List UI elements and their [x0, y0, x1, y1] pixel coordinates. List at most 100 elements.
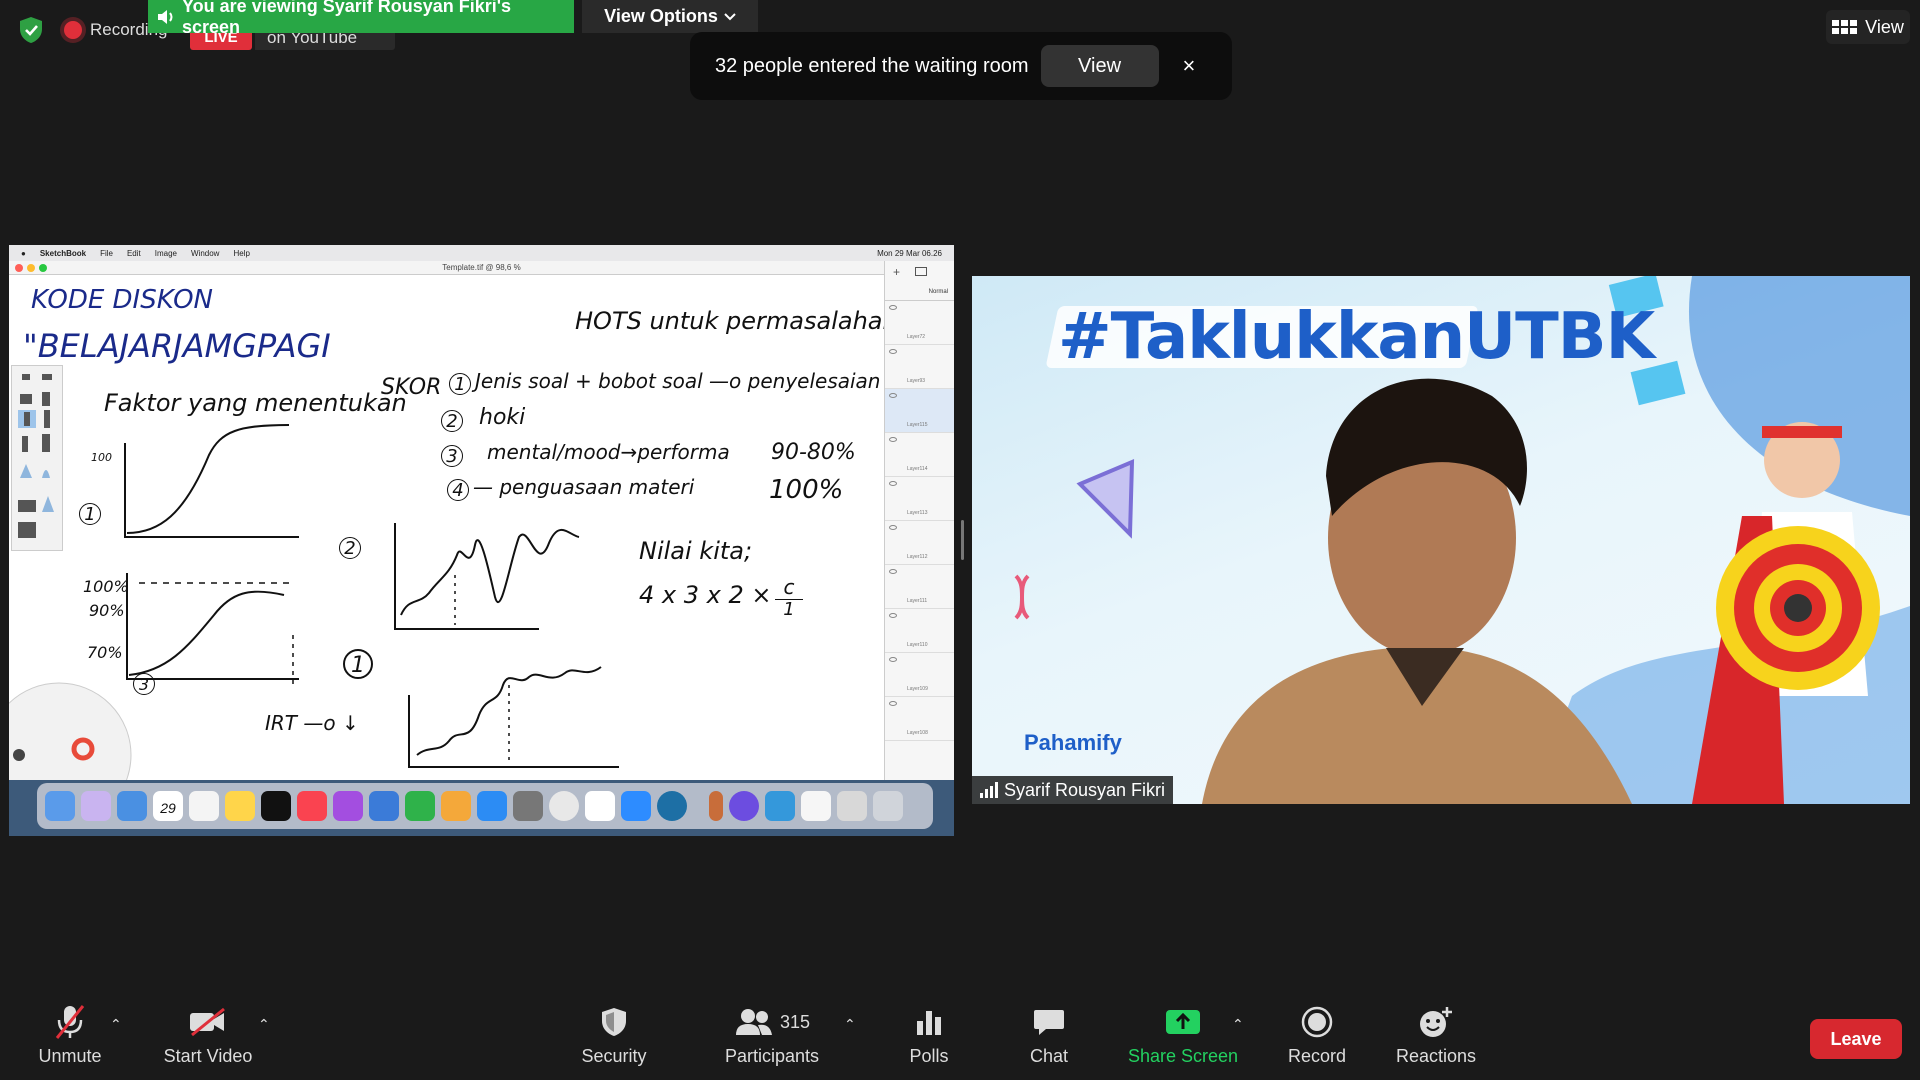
- reactions-button[interactable]: Reactions: [1394, 1004, 1478, 1074]
- menu-clock: Mon 29 Mar 06.26: [877, 248, 942, 258]
- launchpad-icon[interactable]: [81, 791, 111, 821]
- graph1-axes: [124, 443, 299, 538]
- polls-button[interactable]: Polls: [898, 1004, 960, 1074]
- security-button[interactable]: Security: [572, 1004, 656, 1074]
- apple-tv-icon[interactable]: [261, 791, 291, 821]
- presenter-video[interactable]: #TaklukkanUTBK Pahamify Syarif Rousyan F…: [972, 276, 1910, 804]
- documents-stack-icon[interactable]: [837, 791, 867, 821]
- speaker-icon: [158, 9, 173, 24]
- signal-strength-icon: [980, 782, 998, 798]
- zoom-icon[interactable]: [621, 791, 651, 821]
- zoom-dot-icon: [39, 264, 47, 272]
- security-shield-icon[interactable]: [18, 16, 44, 44]
- apple-icon: ●: [21, 248, 26, 258]
- leave-button[interactable]: Leave: [1810, 1019, 1902, 1059]
- finder-icon[interactable]: [45, 791, 75, 821]
- add-layer-icon[interactable]: +: [893, 265, 900, 279]
- menu-help: Help: [233, 248, 250, 258]
- sketch-graphs: [124, 424, 619, 768]
- numbers-icon[interactable]: [405, 791, 435, 821]
- participant-name-tag: Syarif Rousyan Fikri: [972, 776, 1174, 804]
- chevron-down-icon: [724, 12, 736, 20]
- layer-row[interactable]: Layer109: [885, 653, 954, 697]
- mac-dock[interactable]: 29: [37, 783, 933, 829]
- blend-mode[interactable]: Normal: [929, 289, 948, 295]
- dock-separator: [693, 791, 703, 821]
- view-layout-button[interactable]: View: [1826, 10, 1910, 44]
- menu-window: Window: [191, 248, 220, 258]
- audio-options-chevron-icon[interactable]: ⌃: [110, 1016, 122, 1033]
- layer-panel-header: + Normal: [885, 261, 954, 301]
- muted-mic-icon: [53, 1004, 87, 1040]
- app-store-icon[interactable]: [477, 791, 507, 821]
- layer-row-active[interactable]: Layer115: [885, 389, 954, 433]
- menu-file: File: [100, 248, 113, 258]
- layer-row[interactable]: Layer111: [885, 565, 954, 609]
- unmute-button[interactable]: Unmute: [28, 1004, 112, 1074]
- record-button[interactable]: Record: [1282, 1004, 1352, 1074]
- chat-button[interactable]: Chat: [1018, 1004, 1080, 1074]
- notes-icon[interactable]: [225, 791, 255, 821]
- graph4-axes: [408, 695, 619, 768]
- quicktime-icon[interactable]: [657, 791, 687, 821]
- polls-icon: [914, 1004, 944, 1040]
- graph1-curve: [126, 424, 290, 534]
- video-off-icon: [188, 1004, 228, 1040]
- recording-dot-icon: [64, 21, 82, 39]
- window-controls: [15, 264, 47, 272]
- participants-button[interactable]: 315 Participants: [718, 1004, 826, 1074]
- chrome-icon[interactable]: [549, 791, 579, 821]
- menu-edit: Edit: [126, 248, 141, 258]
- share-screen-button[interactable]: Share Screen: [1124, 1004, 1242, 1074]
- document-title: Template.tif @ 98,6 %: [442, 263, 521, 272]
- mail-icon[interactable]: [117, 791, 147, 821]
- layer-row[interactable]: Layer114: [885, 433, 954, 477]
- layer-row[interactable]: Layer108: [885, 697, 954, 741]
- folder-icon[interactable]: [915, 267, 927, 276]
- calendar-icon[interactable]: 29: [153, 791, 183, 821]
- polls-label: Polls: [909, 1046, 949, 1066]
- tool-palette[interactable]: [11, 365, 63, 551]
- wacom-icon[interactable]: [729, 791, 759, 821]
- unmute-label: Unmute: [38, 1046, 102, 1066]
- participants-options-chevron-icon[interactable]: ⌃: [844, 1016, 856, 1033]
- notification-message: 32 people entered the waiting room: [715, 54, 1029, 77]
- close-dot-icon: [15, 264, 23, 272]
- music-icon[interactable]: [297, 791, 327, 821]
- close-notification-icon[interactable]: ×: [1183, 53, 1196, 79]
- downloads-folder-icon[interactable]: [801, 791, 831, 821]
- participant-name: Syarif Rousyan Fikri: [1004, 779, 1166, 800]
- drawing-canvas: KODE DISKON "BELAJARJAMGPAGI HOTS untuk …: [9, 275, 898, 815]
- pane-resize-handle[interactable]: [961, 520, 964, 560]
- sketchbook-pencil-icon[interactable]: [709, 791, 723, 821]
- share-options-chevron-icon[interactable]: ⌃: [1232, 1016, 1244, 1033]
- system-preferences-icon[interactable]: [513, 791, 543, 821]
- pages-icon[interactable]: [441, 791, 471, 821]
- zoom-meeting-window: LIVE on YouTube Recording You are viewin…: [0, 0, 1920, 1080]
- reminders-icon[interactable]: [189, 791, 219, 821]
- start-video-button[interactable]: Start Video: [150, 1004, 266, 1074]
- reactions-smiley-icon: [1418, 1004, 1454, 1040]
- share-screen-arrow-icon: [1164, 1004, 1202, 1040]
- layer-row[interactable]: Layer93: [885, 345, 954, 389]
- minimize-dot-icon: [27, 264, 35, 272]
- layer-row[interactable]: Layer113: [885, 477, 954, 521]
- trash-icon[interactable]: [873, 791, 903, 821]
- keynote-icon[interactable]: [369, 791, 399, 821]
- waiting-room-notification: 32 people entered the waiting room View …: [690, 32, 1232, 100]
- start-video-label: Start Video: [163, 1046, 253, 1066]
- chat-bubble-icon: [1032, 1004, 1066, 1040]
- waiting-room-view-button[interactable]: View: [1040, 45, 1159, 87]
- grid-view-icon: [1832, 20, 1858, 34]
- view-options-button[interactable]: View Options: [582, 0, 758, 33]
- utility-app-icon[interactable]: [765, 791, 795, 821]
- layer-panel[interactable]: + Normal Layer72 Layer93 Layer115 Layer1…: [884, 261, 954, 780]
- podcasts-icon[interactable]: [333, 791, 363, 821]
- layer-row[interactable]: Layer112: [885, 521, 954, 565]
- slack-icon[interactable]: [585, 791, 615, 821]
- layer-row[interactable]: Layer72: [885, 301, 954, 345]
- layer-row[interactable]: Layer110: [885, 609, 954, 653]
- video-options-chevron-icon[interactable]: ⌃: [258, 1016, 270, 1033]
- menu-image: Image: [154, 248, 177, 258]
- shared-screen[interactable]: ● SketchBook File Edit Image Window Help…: [9, 245, 954, 836]
